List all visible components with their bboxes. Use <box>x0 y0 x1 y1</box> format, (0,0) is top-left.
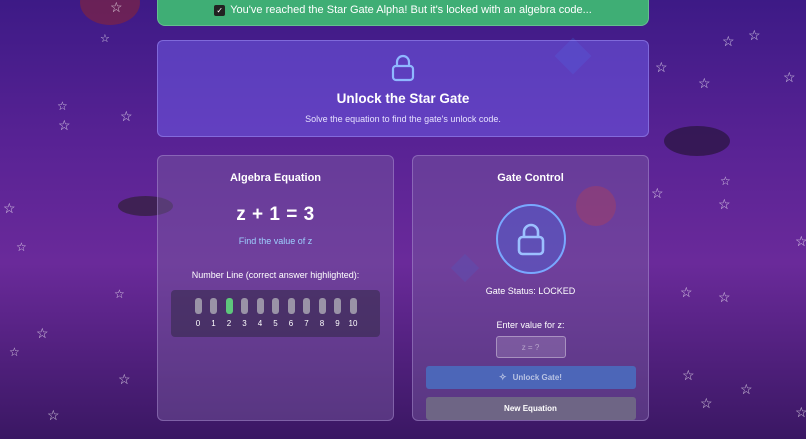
success-banner: ✓ You've reached the Star Gate Alpha! Bu… <box>157 0 649 26</box>
number-line-tick: 5 <box>270 298 281 337</box>
gate-panel-title: Gate Control <box>497 172 564 184</box>
bg-star-icon: ☆ <box>718 196 731 212</box>
number-line-tick: 4 <box>255 298 266 337</box>
number-line-title: Number Line (correct answer highlighted)… <box>191 270 360 280</box>
unlock-gate-button[interactable]: ✧ Unlock Gate! <box>425 366 636 389</box>
bg-star-icon: ☆ <box>9 345 20 359</box>
bg-star-icon: ☆ <box>795 404 806 420</box>
number-line-tick: 7 <box>301 298 312 337</box>
answer-label: Enter value for z: <box>496 320 565 330</box>
number-line-tick: 8 <box>317 298 328 337</box>
bg-star-icon: ☆ <box>718 289 731 305</box>
bg-star-icon: ☆ <box>740 381 753 397</box>
new-equation-label: New Equation <box>504 404 557 413</box>
new-equation-button[interactable]: New Equation <box>425 397 636 420</box>
number-line-tick: 6 <box>286 298 297 337</box>
bg-blob-red <box>80 0 140 25</box>
number-line-label: 8 <box>319 319 325 328</box>
sparkle-icon: ✧ <box>499 372 507 382</box>
equation-panel-title: Algebra Equation <box>229 172 322 184</box>
bg-star-icon: ☆ <box>3 200 16 216</box>
number-line-bar <box>194 298 202 314</box>
answer-input[interactable] <box>495 336 566 358</box>
number-line-label: 9 <box>335 319 340 328</box>
unlock-gate-label: Unlock Gate! <box>512 373 562 382</box>
bg-star-icon: ☆ <box>58 117 71 133</box>
bg-blob-dark <box>664 126 730 156</box>
hero-title: Unlock the Star Gate <box>336 91 470 106</box>
hero-subtitle: Solve the equation to find the gate's un… <box>305 114 501 124</box>
number-line-tick: 2 <box>224 298 235 337</box>
bg-star-icon: ☆ <box>680 284 693 300</box>
bg-star-icon: ☆ <box>114 287 125 301</box>
number-line-bar <box>241 298 248 314</box>
number-line-bar-highlighted <box>225 298 233 314</box>
equation-hint: Find the value of z <box>238 236 313 246</box>
gate-status: Gate Status: LOCKED <box>485 286 576 296</box>
number-line-tick: 3 <box>239 298 250 337</box>
number-line-bar <box>334 298 341 314</box>
number-line-bar <box>303 298 310 314</box>
number-line-bar <box>272 298 279 314</box>
number-line-bar <box>318 298 326 314</box>
number-line-bar <box>349 298 357 314</box>
number-line-tick: 9 <box>332 298 343 337</box>
equation-text: z + 1 = 3 <box>236 204 315 225</box>
bg-star-icon: ☆ <box>100 33 110 45</box>
number-line-bar <box>210 298 217 314</box>
number-line-label: 3 <box>242 319 247 328</box>
number-line-label: 4 <box>257 319 263 328</box>
bg-star-icon: ☆ <box>47 407 60 423</box>
gate-lock-circle <box>495 204 566 274</box>
number-line-label: 7 <box>304 319 309 328</box>
number-line-label: 0 <box>195 319 201 328</box>
bg-star-icon: ☆ <box>682 367 695 383</box>
number-line-label: 5 <box>273 319 278 328</box>
bg-star-icon: ☆ <box>722 33 735 49</box>
number-line-label: 2 <box>226 319 232 328</box>
bg-star-icon: ☆ <box>748 27 761 43</box>
bg-star-icon: ☆ <box>700 395 713 411</box>
number-line-tick: 10 <box>348 298 359 337</box>
banner-text: You've reached the Star Gate Alpha! But … <box>230 4 592 16</box>
bg-star-icon: ☆ <box>110 0 123 15</box>
bg-star-icon: ☆ <box>57 99 68 113</box>
bg-star-icon: ☆ <box>651 185 664 201</box>
number-line-label: 6 <box>288 319 294 328</box>
bg-star-icon: ☆ <box>795 233 806 249</box>
bg-star-icon: ☆ <box>698 75 711 91</box>
hero-card: Unlock the Star Gate Solve the equation … <box>157 40 649 137</box>
number-line-tick: 1 <box>208 298 219 337</box>
check-icon: ✓ <box>214 4 226 16</box>
equation-panel: Algebra Equation z + 1 = 3 Find the valu… <box>157 155 394 421</box>
bg-star-icon: ☆ <box>120 108 133 124</box>
gate-control-panel: Gate Control Gate Status: LOCKED Enter v… <box>412 155 649 421</box>
bg-star-icon: ☆ <box>16 240 27 254</box>
number-line-label: 10 <box>348 319 358 328</box>
number-line-label: 1 <box>211 319 216 328</box>
number-line: 0 1 2 3 4 5 6 7 8 9 10 <box>171 290 380 337</box>
bg-star-icon: ☆ <box>36 325 49 341</box>
bg-star-icon: ☆ <box>118 371 131 387</box>
bg-star-icon: ☆ <box>783 69 796 85</box>
bg-star-icon: ☆ <box>655 59 668 75</box>
lock-icon <box>517 223 544 256</box>
bg-star-icon: ☆ <box>720 174 731 188</box>
number-line-bar <box>287 298 295 314</box>
number-line-bar <box>256 298 264 314</box>
lock-icon <box>391 54 415 82</box>
number-line-tick: 0 <box>193 298 204 337</box>
